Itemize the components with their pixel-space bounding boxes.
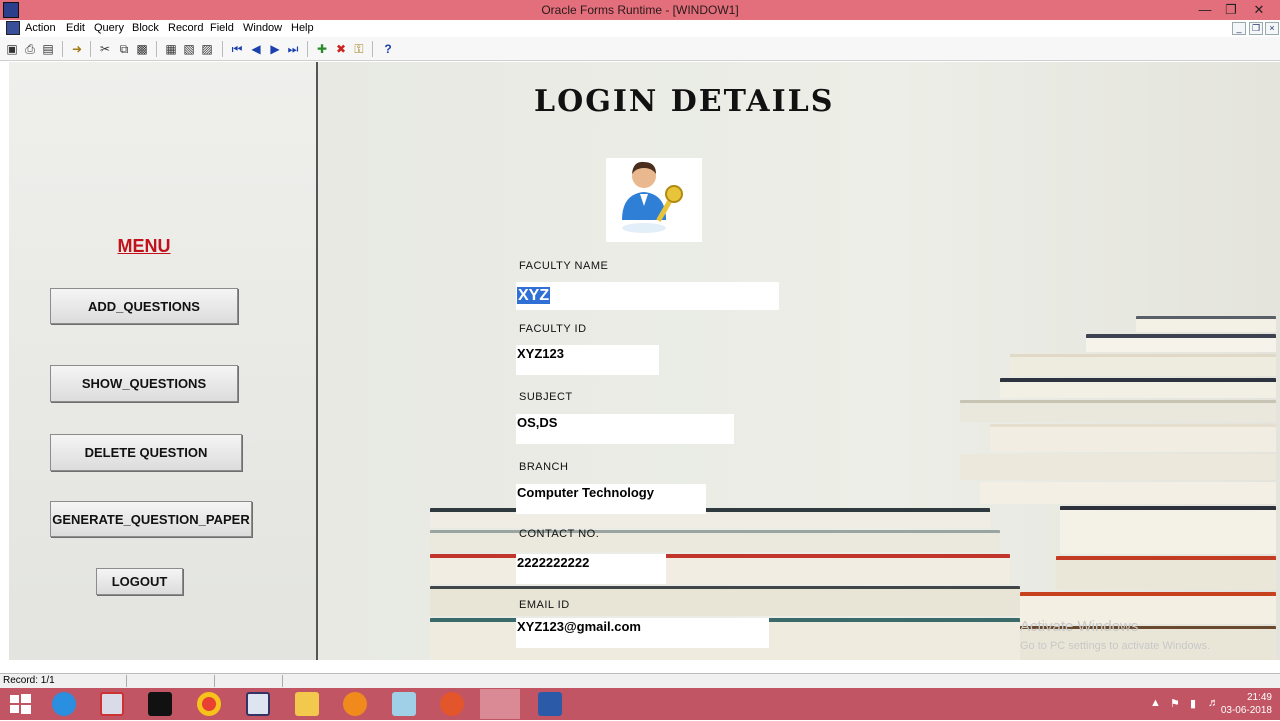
toolbar-separator — [90, 41, 91, 57]
network-icon[interactable]: ▮ — [1190, 697, 1196, 710]
internet-explorer-icon[interactable] — [52, 692, 76, 716]
enter-query-icon[interactable]: ▦ — [163, 41, 179, 57]
close-icon[interactable]: ✕ — [1244, 0, 1274, 20]
print-icon[interactable]: ⎙ — [22, 41, 38, 57]
faculty-name-value: XYZ — [517, 287, 551, 304]
toolbar: ▣ ⎙ ▤ ➜ ✂ ⧉ ▩ ▦ ▧ ▨ ⏮ ◀ ▶ ⏭ ✚ ✖ ⚿ ? — [0, 37, 1280, 61]
remove-record-icon[interactable]: ✖ — [333, 41, 349, 57]
first-record-icon[interactable]: ⏮ — [229, 41, 245, 57]
subject-label: SUBJECT — [519, 391, 573, 403]
delete-question-button[interactable]: DELETE QUESTION — [50, 434, 242, 471]
app-icon[interactable] — [246, 692, 270, 716]
print-setup-icon[interactable]: ▤ — [40, 41, 56, 57]
menu-edit[interactable]: Edit — [66, 22, 85, 34]
activation-watermark-hint: Go to PC settings to activate Windows. — [1020, 640, 1211, 652]
menu-query[interactable]: Query — [94, 22, 124, 34]
next-record-icon[interactable]: ▶ — [267, 41, 283, 57]
action-center-icon[interactable]: ⚑ — [1170, 697, 1180, 710]
lock-record-icon[interactable]: ⚿ — [351, 41, 367, 57]
previous-record-icon[interactable]: ◀ — [248, 41, 264, 57]
save-icon[interactable]: ▣ — [4, 41, 20, 57]
faculty-name-label: FACULTY NAME — [519, 260, 609, 272]
email-id-field[interactable]: XYZ123@gmail.com — [516, 618, 769, 648]
menu-action[interactable]: Action — [25, 22, 56, 34]
firefox-icon[interactable] — [343, 692, 367, 716]
faculty-name-field[interactable]: XYZ — [516, 282, 779, 310]
email-id-label: EMAIL ID — [519, 599, 570, 611]
toolbar-separator — [372, 41, 373, 57]
help-icon[interactable]: ? — [380, 41, 396, 57]
branch-label: BRANCH — [519, 461, 569, 473]
toolbar-separator — [62, 41, 63, 57]
faculty-id-label: FACULTY ID — [519, 323, 587, 335]
window-title: Oracle Forms Runtime - [WINDOW1] — [541, 3, 739, 17]
toolbar-separator — [156, 41, 157, 57]
contact-no-label: CONTACT NO. — [519, 528, 600, 540]
cut-icon[interactable]: ✂ — [97, 41, 113, 57]
books-background — [320, 62, 1280, 660]
clock-date: 03-06-2018 — [1220, 705, 1272, 716]
menu-bar: Action Edit Query Block Record Field Win… — [0, 20, 1280, 37]
app-icon-3[interactable] — [440, 692, 464, 716]
apple-icon[interactable] — [148, 692, 172, 716]
cancel-query-icon[interactable]: ▨ — [199, 41, 215, 57]
record-indicator: Record: 1/1 — [3, 675, 55, 686]
activation-watermark: Activate Windows — [1020, 618, 1139, 635]
word-icon[interactable] — [538, 692, 562, 716]
taskbar: ▲ ⚑ ▮ ♬ 21:49 03-06-2018 — [0, 688, 1280, 720]
last-record-icon[interactable]: ⏭ — [285, 41, 301, 57]
branch-field[interactable]: Computer Technology — [516, 484, 706, 514]
add-questions-button[interactable]: ADD_QUESTIONS — [50, 288, 238, 324]
show-hidden-icons-icon[interactable]: ▲ — [1150, 697, 1161, 709]
restore-icon[interactable]: ❐ — [1216, 0, 1246, 20]
menu-block[interactable]: Block — [132, 22, 159, 34]
menu-record[interactable]: Record — [168, 22, 203, 34]
app-icon-2[interactable] — [392, 692, 416, 716]
subject-field[interactable]: OS,DS — [516, 414, 734, 444]
oracle-forms-runtime-icon[interactable] — [480, 689, 520, 719]
mdi-restore-icon[interactable]: ❐ — [1249, 22, 1263, 35]
insert-record-icon[interactable]: ✚ — [314, 41, 330, 57]
file-explorer-icon[interactable] — [295, 692, 319, 716]
form-canvas: MENU ADD_QUESTIONS SHOW_QUESTIONS DELETE… — [0, 62, 1280, 660]
windows-start-icon[interactable] — [8, 692, 32, 716]
contact-no-field[interactable]: 2222222222 — [516, 554, 666, 584]
logout-button[interactable]: LOGOUT — [96, 568, 183, 595]
system-clock[interactable]: 21:49 03-06-2018 — [1221, 691, 1272, 717]
menu-window[interactable]: Window — [243, 22, 282, 34]
execute-query-icon[interactable]: ▧ — [181, 41, 197, 57]
mdi-minimize-icon[interactable]: _ — [1232, 22, 1246, 35]
document-icon[interactable] — [6, 21, 20, 35]
chrome-icon[interactable] — [197, 692, 221, 716]
oracle-forms-builder-icon[interactable] — [100, 692, 124, 716]
paste-icon[interactable]: ▩ — [134, 41, 150, 57]
show-questions-button[interactable]: SHOW_QUESTIONS — [50, 365, 238, 402]
menu-title: MENU — [117, 236, 171, 256]
menu-help[interactable]: Help — [291, 22, 314, 34]
page-title: LOGIN DETAILS — [534, 84, 835, 119]
volume-icon[interactable]: ♬ — [1208, 697, 1219, 709]
clock-time: 21:49 — [1246, 692, 1272, 703]
generate-question-paper-button[interactable]: GENERATE_QUESTION_PAPER — [50, 501, 252, 537]
toolbar-separator — [307, 41, 308, 57]
faculty-id-field[interactable]: XYZ123 — [516, 345, 659, 375]
user-key-icon — [606, 158, 702, 242]
copy-icon[interactable]: ⧉ — [116, 41, 132, 57]
status-bar: Record: 1/1 — [0, 673, 1280, 688]
title-bar: Oracle Forms Runtime - [WINDOW1] — ❐ ✕ — [0, 0, 1280, 20]
menu-field[interactable]: Field — [210, 22, 234, 34]
exit-icon[interactable]: ➜ — [69, 41, 85, 57]
toolbar-separator — [222, 41, 223, 57]
mdi-close-icon[interactable]: × — [1265, 22, 1279, 35]
